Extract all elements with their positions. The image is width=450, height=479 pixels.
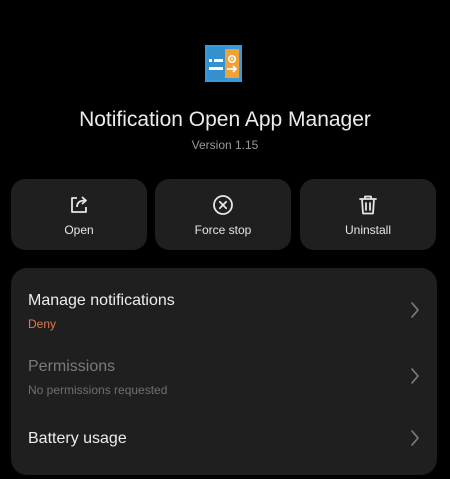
app-title: Notification Open App Manager xyxy=(79,108,371,131)
force-stop-button-label: Force stop xyxy=(194,223,252,237)
chevron-right-icon xyxy=(411,368,419,384)
app-icon-graphic xyxy=(205,45,242,82)
app-icon xyxy=(205,45,242,82)
uninstall-button[interactable]: Uninstall xyxy=(300,179,436,250)
manage-notifications-row[interactable]: Manage notifications Deny xyxy=(11,268,437,338)
uninstall-button-label: Uninstall xyxy=(344,223,392,237)
open-external-icon xyxy=(71,196,87,213)
permissions-status: No permissions requested xyxy=(28,383,168,397)
open-button[interactable]: Open xyxy=(11,179,147,250)
trash-icon xyxy=(359,195,377,215)
force-stop-button[interactable]: Force stop xyxy=(155,179,291,250)
manage-notifications-status: Deny xyxy=(28,317,57,331)
battery-usage-title: Battery usage xyxy=(28,430,127,447)
open-button-label: Open xyxy=(64,223,94,237)
chevron-right-icon xyxy=(411,302,419,318)
permissions-row[interactable]: Permissions No permissions requested xyxy=(11,338,437,408)
app-version: Version 1.15 xyxy=(191,138,259,152)
app-settings-card: Manage notifications Deny Permissions No… xyxy=(11,268,437,475)
chevron-right-icon xyxy=(411,430,419,446)
battery-usage-row[interactable]: Battery usage xyxy=(11,408,437,475)
permissions-title: Permissions xyxy=(28,358,116,375)
force-stop-icon xyxy=(213,195,233,215)
manage-notifications-title: Manage notifications xyxy=(28,292,175,309)
